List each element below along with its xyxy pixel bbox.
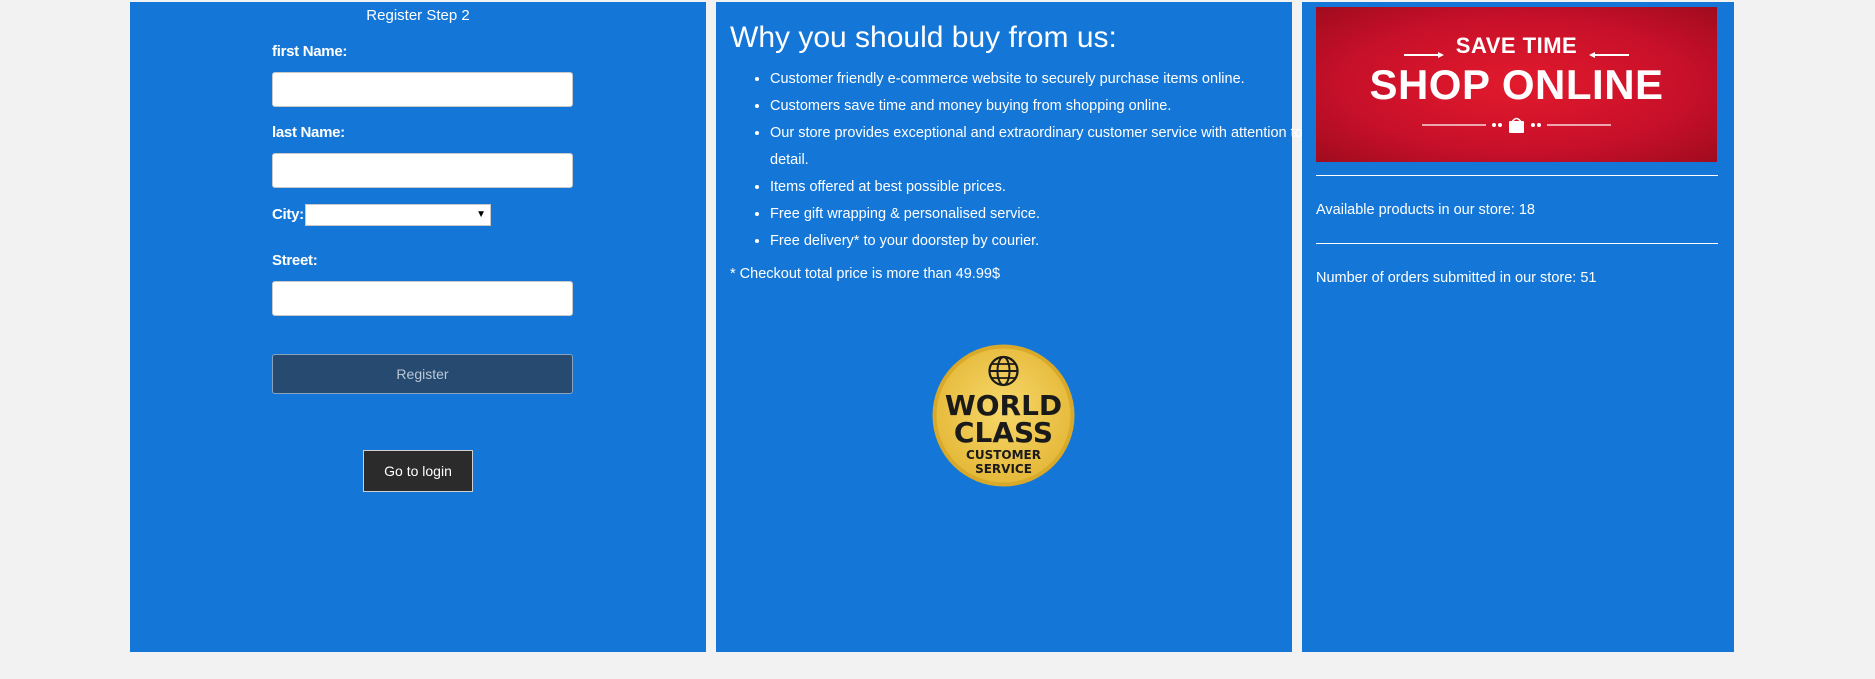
benefits-list: Customer friendly e-commerce website to … — [730, 66, 1315, 255]
badge-line-2: CLASS — [954, 416, 1053, 449]
benefit-item: Customers save time and money buying fro… — [770, 93, 1315, 120]
register-button[interactable]: Register — [272, 354, 573, 394]
shopping-bag-icon — [1509, 117, 1524, 133]
orders-submitted-count: Number of orders submitted in our store:… — [1316, 270, 1597, 286]
city-label: City: — [272, 206, 304, 223]
world-class-service-badge: WORLD CLASS CUSTOMER SERVICE — [932, 344, 1075, 487]
street-label: Street: — [272, 252, 318, 269]
benefits-panel: Why you should buy from us: Customer fri… — [716, 2, 1303, 652]
divider — [1316, 175, 1718, 176]
street-input[interactable] — [272, 281, 573, 316]
first-name-input[interactable] — [272, 72, 573, 107]
badge-line-3: CUSTOMER — [966, 448, 1041, 462]
checkout-note: * Checkout total price is more than 49.9… — [730, 266, 1001, 282]
benefit-item: Free gift wrapping & personalised servic… — [770, 201, 1315, 228]
go-to-login-button[interactable]: Go to login — [363, 450, 473, 492]
banner-shop-online-text: SHOP ONLINE — [1369, 61, 1664, 108]
banner-save-time-text: SAVE TIME — [1455, 33, 1578, 58]
benefit-item: Customer friendly e-commerce website to … — [770, 66, 1315, 93]
benefit-item: Free delivery* to your doorstep by couri… — [770, 228, 1315, 255]
benefit-item: Our store provides exceptional and extra… — [770, 120, 1315, 174]
register-panel: Register Step 2 first Name: last Name: C… — [130, 2, 706, 652]
benefits-title: Why you should buy from us: — [730, 21, 1117, 54]
last-name-input[interactable] — [272, 153, 573, 188]
city-select[interactable]: ▼ — [305, 204, 491, 226]
available-products-count: Available products in our store: 18 — [1316, 202, 1535, 218]
divider — [1316, 243, 1718, 244]
benefit-item: Items offered at best possible prices. — [770, 174, 1315, 201]
store-info-panel: SAVE TIME SHOP ONLINE Available products… — [1302, 2, 1734, 652]
first-name-label: first Name: — [272, 43, 348, 60]
banner-bottom-ornament — [1422, 117, 1611, 133]
save-time-shop-online-banner: SAVE TIME SHOP ONLINE — [1316, 7, 1717, 162]
register-step-title: Register Step 2 — [366, 7, 470, 24]
last-name-label: last Name: — [272, 124, 345, 141]
dropdown-arrow-icon: ▼ — [476, 209, 486, 220]
badge-line-4: SERVICE — [975, 462, 1032, 476]
